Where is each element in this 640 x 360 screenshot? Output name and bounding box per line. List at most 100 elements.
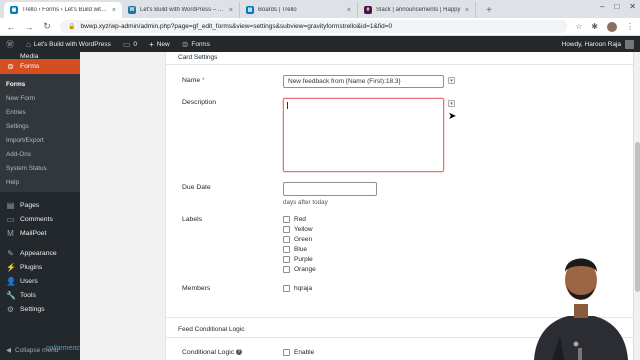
sidebar-item-pages[interactable]: ▤ Pages (0, 198, 80, 212)
wp-logo-menu[interactable]: Ⓦ (0, 36, 20, 52)
sidebar-item-label: Appearance (20, 249, 57, 257)
new-label: New (156, 40, 170, 48)
sidebar-item-tools[interactable]: 🔧 Tools (0, 288, 80, 302)
sidebar-item-users[interactable]: 👤 Users (0, 274, 80, 288)
new-tab-button[interactable]: + (482, 3, 496, 17)
merge-tag-icon[interactable]: ▾ (448, 100, 455, 107)
page-scrollbar[interactable] (633, 52, 640, 360)
submenu-system-status[interactable]: System Status (0, 161, 80, 175)
sidebar-item-label: MailPoet (20, 229, 47, 237)
browser-tab-1[interactable]: ▣ Trello › Forms ‹ Let's Build with W × (4, 2, 122, 18)
scrollbar-thumb[interactable] (635, 142, 640, 292)
due-date-input[interactable] (283, 182, 377, 196)
main-content: Card Settings Name * New feedback from {… (80, 52, 633, 360)
watermark-logo: collarmence (46, 345, 84, 352)
labels-label: Labels (182, 216, 203, 223)
settings-icon: ⚙ (6, 304, 15, 314)
close-window-icon[interactable]: ✕ (629, 2, 636, 11)
text-caret (287, 102, 288, 109)
new-content-link[interactable]: + New (143, 36, 176, 52)
submenu-forms[interactable]: Forms (0, 77, 80, 91)
profile-avatar[interactable] (607, 21, 617, 32)
checkbox[interactable] (283, 236, 290, 243)
label-checkbox-blue[interactable]: Blue (283, 246, 307, 253)
card-name-input[interactable]: New feedback from {Name (First):18.3} (283, 75, 444, 88)
checkbox[interactable] (283, 285, 290, 292)
collapse-icon: ◀ (6, 347, 11, 354)
checkbox-label: Yellow (294, 226, 313, 233)
label-checkbox-red[interactable]: Red (283, 216, 306, 223)
lock-icon: 🔒 (68, 24, 76, 30)
home-icon: ⌂ (26, 39, 31, 49)
close-tab-icon[interactable]: × (229, 7, 233, 14)
tab-title: Let's Build with WordPress – A W (140, 7, 225, 13)
submenu-settings[interactable]: Settings (0, 119, 80, 133)
tab-title: Slack | announcements | Happy (376, 7, 461, 13)
checkbox-label: Enable (294, 349, 315, 356)
sidebar-item-label: Pages (20, 201, 40, 209)
sidebar-item-comments[interactable]: ▭ Comments (0, 212, 80, 226)
url-text: bwwp.xyz/wp-admin/admin.php?page=gf_edit… (80, 23, 393, 30)
submenu-new-form[interactable]: New Form (0, 91, 80, 105)
help-question-icon[interactable]: ? (236, 349, 243, 356)
sidebar-item-label: Comments (20, 215, 53, 223)
submenu-help[interactable]: Help (0, 175, 80, 189)
browser-tab-2[interactable]: W Let's Build with WordPress – A W × (122, 2, 240, 18)
user-menu[interactable]: Howdy, Haroon Raja (562, 39, 640, 49)
gravity-forms-icon: ⊜ (7, 62, 14, 71)
enable-conditional-checkbox[interactable]: Enable (283, 349, 314, 356)
checkbox[interactable] (283, 246, 290, 253)
members-label: Members (182, 285, 211, 292)
forms-adminbar-link[interactable]: ⊜ Forms (176, 36, 216, 52)
sidebar-item-plugins[interactable]: ⚡ Plugins (0, 260, 80, 274)
url-input[interactable]: 🔒 bwwp.xyz/wp-admin/admin.php?page=gf_ed… (60, 20, 568, 33)
minimize-icon[interactable]: – (600, 2, 604, 11)
label-checkbox-green[interactable]: Green (283, 236, 312, 243)
checkbox[interactable] (283, 226, 290, 233)
label-checkbox-purple[interactable]: Purple (283, 256, 313, 263)
sidebar-item-settings[interactable]: ⚙ Settings (0, 302, 80, 316)
sidebar-item-label: Settings (20, 305, 45, 313)
member-checkbox-hqraja[interactable]: hqraja (283, 285, 312, 292)
divider (166, 317, 633, 318)
submenu-import-export[interactable]: Import/Export (0, 133, 80, 147)
tab-title: Trello › Forms ‹ Let's Build with W (22, 7, 108, 13)
wordpress-logo-icon: Ⓦ (6, 39, 14, 49)
forward-icon[interactable]: → (24, 22, 34, 32)
comments-icon: ▭ (6, 214, 15, 224)
close-tab-icon[interactable]: × (465, 7, 469, 14)
mailpoet-icon: M (7, 228, 14, 238)
trello-icon: ▥ (246, 6, 254, 14)
site-name-link[interactable]: ⌂ Let's Build with WordPress (20, 36, 117, 52)
comments-link[interactable]: ▭ 0 (117, 36, 143, 52)
browser-tab-4[interactable]: # Slack | announcements | Happy × (358, 2, 476, 18)
close-tab-icon[interactable]: × (112, 7, 116, 14)
checkbox[interactable] (283, 256, 290, 263)
sidebar-item-media[interactable]: Media (0, 52, 80, 59)
description-label: Description (182, 99, 216, 106)
sidebar-item-appearance[interactable]: ✎ Appearance (0, 246, 80, 260)
merge-tag-icon[interactable]: ▾ (448, 77, 455, 84)
plugins-icon: ⚡ (6, 262, 16, 272)
star-icon[interactable]: ☆ (575, 22, 582, 31)
submenu-add-ons[interactable]: Add-Ons (0, 147, 80, 161)
checkbox[interactable] (283, 349, 290, 356)
sidebar-item-mailpoet[interactable]: M MailPoet (0, 226, 80, 240)
label-checkbox-orange[interactable]: Orange (283, 266, 316, 273)
close-tab-icon[interactable]: × (347, 7, 351, 14)
label-checkbox-yellow[interactable]: Yellow (283, 226, 313, 233)
browser-tab-3[interactable]: ▥ Boards | Trello × (240, 2, 358, 18)
card-description-textarea[interactable] (283, 98, 444, 172)
checkbox[interactable] (283, 266, 290, 273)
menu-icon[interactable]: ⋮ (626, 22, 634, 31)
reload-icon[interactable]: ↻ (42, 21, 52, 32)
card-settings-panel: Card Settings Name * New feedback from {… (165, 52, 633, 360)
back-icon[interactable]: ← (6, 22, 16, 32)
submenu-entries[interactable]: Entries (0, 105, 80, 119)
maximize-icon[interactable]: □ (614, 2, 619, 11)
checkbox[interactable] (283, 216, 290, 223)
slack-icon: # (364, 6, 372, 14)
sidebar-item-forms[interactable]: ⊜ Forms (0, 59, 80, 74)
mouse-cursor-icon: ➤ (448, 111, 457, 122)
extensions-icon[interactable]: ✱ (591, 22, 598, 31)
